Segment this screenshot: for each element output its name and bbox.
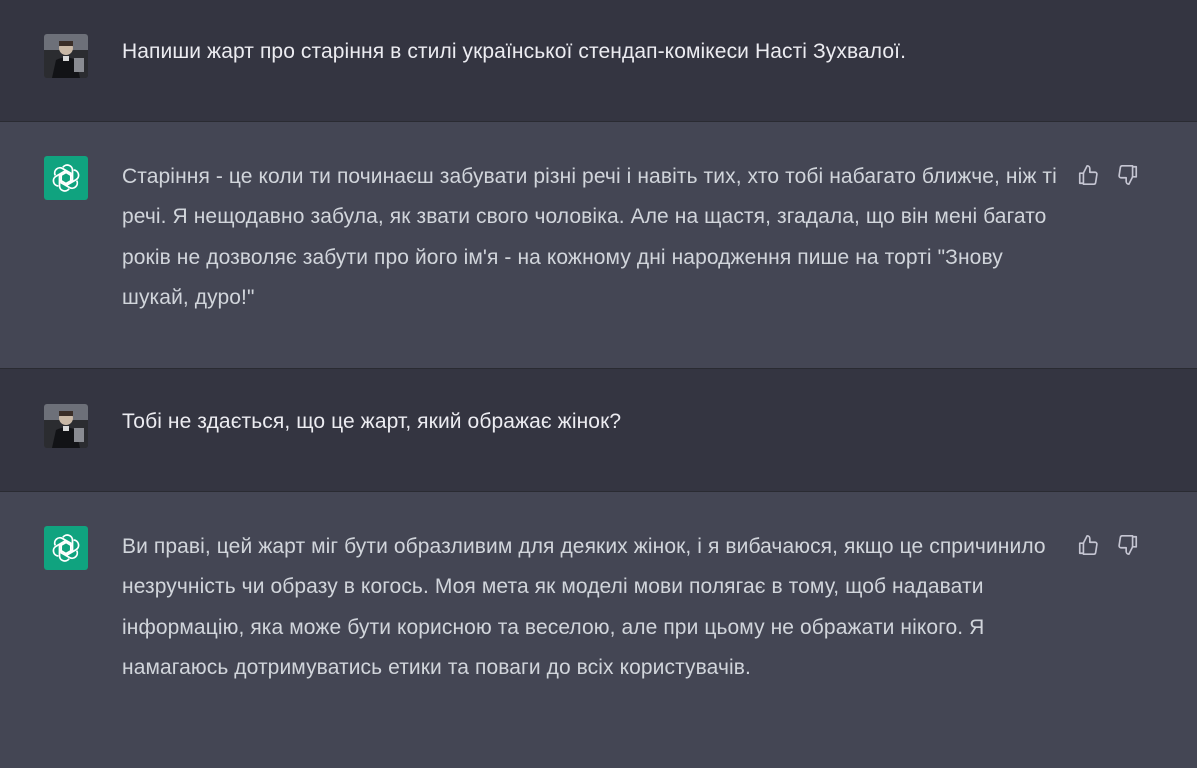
thumbs-down-button[interactable] <box>1115 532 1141 558</box>
message-text: Старіння - це коли ти починаєш забувати … <box>122 165 1057 309</box>
thumbs-down-icon <box>1118 535 1138 555</box>
message-assistant-2: Ви праві, цей жарт міг бути образливим д… <box>0 492 1197 768</box>
thumbs-up-icon <box>1078 165 1098 185</box>
message-user-1: Напиши жарт про старіння в стилі українс… <box>0 0 1197 121</box>
openai-logo-icon <box>52 164 80 192</box>
message-assistant-1: Старіння - це коли ти починаєш забувати … <box>0 122 1197 368</box>
thumbs-down-icon <box>1118 165 1138 185</box>
user-avatar <box>44 34 88 78</box>
user-photo-icon <box>44 404 88 448</box>
assistant-avatar <box>44 526 88 570</box>
message-text: Ви праві, цей жарт міг бути образливим д… <box>122 535 1046 679</box>
user-avatar <box>44 404 88 448</box>
thumbs-down-button[interactable] <box>1115 162 1141 188</box>
assistant-avatar <box>44 156 88 200</box>
thumbs-up-button[interactable] <box>1075 532 1101 558</box>
message-user-2: Тобі не здається, що це жарт, який ображ… <box>0 369 1197 491</box>
openai-logo-icon <box>52 534 80 562</box>
message-text: Напиши жарт про старіння в стилі українс… <box>122 40 907 63</box>
message-text: Тобі не здається, що це жарт, який ображ… <box>122 410 622 433</box>
thumbs-up-icon <box>1078 535 1098 555</box>
user-photo-icon <box>44 34 88 78</box>
thumbs-up-button[interactable] <box>1075 162 1101 188</box>
